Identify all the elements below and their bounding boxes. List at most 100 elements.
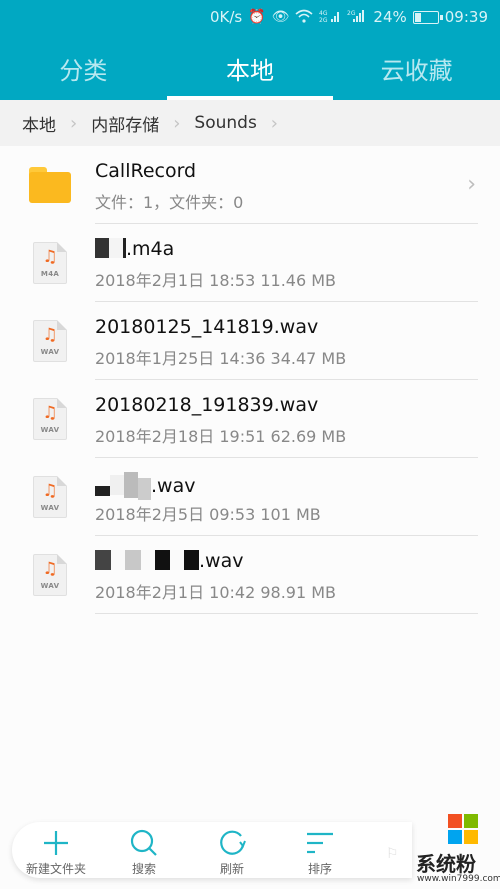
file-ext-label: WAV — [40, 504, 60, 512]
item-name: .wav — [95, 472, 195, 500]
svg-text:2G: 2G — [347, 10, 356, 17]
redacted-text — [170, 550, 184, 570]
redacted-text — [138, 478, 151, 500]
tab-bar: 分类 本地 云收藏 — [0, 36, 500, 100]
battery-fill — [414, 12, 421, 22]
redacted-text — [141, 550, 155, 570]
clock: 09:39 — [444, 8, 488, 26]
header: 0K/s ⏰ 👁 4G 2G 2G 24% 09:39 分类 本地 云收藏 — [0, 0, 500, 100]
music-note-icon: ♫ — [42, 481, 58, 501]
list-item-file[interactable]: ♫ WAV .wav 2018年2月5日 09:53 101 MB — [0, 458, 500, 536]
item-name-visible: .m4a — [126, 238, 175, 260]
list-item-file[interactable]: ♫ WAV 20180218_191839.wav 2018年2月18日 19:5… — [0, 380, 500, 458]
audio-file-icon: ♫ WAV — [33, 320, 67, 362]
redacted-text — [95, 238, 109, 258]
item-name-visible: .wav — [199, 550, 244, 572]
new-folder-button[interactable]: 新建文件夹 — [12, 822, 100, 878]
redacted-text — [125, 550, 141, 570]
new-folder-label: 新建文件夹 — [25, 862, 86, 876]
chevron-right-icon: › — [467, 172, 476, 197]
list-item-file[interactable]: ♫ WAV .wav 2018年2月1日 10:42 98.91 MB — [0, 536, 500, 614]
item-meta: 2018年2月1日 18:53 11.46 MB — [95, 271, 337, 290]
music-note-icon: ♫ — [42, 559, 58, 579]
alarm-icon: ⏰ — [248, 9, 266, 25]
list-item-file[interactable]: ♫ M4A .m4a 2018年2月1日 18:53 11.46 MB — [0, 224, 500, 302]
signal-sim1-icon: 4G 2G — [319, 9, 341, 25]
flag-icon: ⚐ — [386, 846, 399, 862]
file-ext-label: M4A — [40, 270, 60, 278]
redacted-text — [124, 472, 138, 498]
plus-icon — [44, 831, 68, 855]
divider — [95, 613, 478, 614]
svg-text:2G: 2G — [319, 17, 328, 23]
list-item-folder[interactable]: CallRecord 文件：1，文件夹：0 › — [0, 146, 500, 224]
battery-icon — [412, 10, 443, 24]
item-meta: 2018年1月25日 14:36 34.47 MB — [95, 349, 347, 368]
audio-file-icon: ♫ M4A — [33, 242, 67, 284]
item-name: CallRecord — [95, 160, 197, 182]
item-name: .wav — [95, 550, 243, 572]
search-label: 搜索 — [131, 862, 156, 876]
search-icon — [130, 829, 157, 856]
tab-cloud-favorites[interactable]: 云收藏 — [333, 36, 500, 100]
sort-label: 排序 — [307, 862, 332, 876]
file-list: CallRecord 文件：1，文件夹：0 › ♫ M4A .m4a 2018年2… — [0, 146, 500, 614]
tab-category[interactable]: 分类 — [0, 36, 167, 100]
item-meta: 2018年2月1日 10:42 98.91 MB — [95, 583, 337, 602]
breadcrumb-local[interactable]: 本地 — [22, 111, 56, 136]
audio-file-icon: ♫ WAV — [33, 554, 67, 596]
file-icon-wrap: ♫ WAV — [28, 458, 72, 536]
signal-sim2-icon: 2G — [347, 9, 367, 25]
windows-logo-icon — [448, 814, 478, 844]
redacted-text — [109, 238, 123, 258]
file-ext-label: WAV — [40, 582, 60, 590]
sort-icon — [307, 832, 333, 854]
music-note-icon: ♫ — [42, 247, 58, 267]
watermark: 系统粉 www.win7999.com — [416, 812, 500, 889]
redacted-text — [155, 550, 170, 570]
item-name: 20180218_191839.wav — [95, 394, 319, 416]
redacted-text — [95, 550, 111, 570]
item-meta: 文件：1，文件夹：0 — [95, 193, 244, 212]
watermark-text: 系统粉 — [416, 852, 476, 876]
refresh-label: 刷新 — [219, 862, 244, 876]
audio-file-icon: ♫ WAV — [33, 476, 67, 518]
file-manager-app: 0K/s ⏰ 👁 4G 2G 2G 24% 09:39 分类 本地 云收藏 本地… — [0, 0, 500, 889]
redacted-text — [95, 486, 110, 496]
breadcrumb-internal-storage[interactable]: 内部存储 — [91, 111, 159, 136]
folder-icon — [29, 167, 71, 203]
file-icon-wrap: ♫ WAV — [28, 380, 72, 458]
folder-icon-wrap — [28, 146, 72, 224]
audio-file-icon: ♫ WAV — [33, 398, 67, 440]
svg-text:4G: 4G — [319, 10, 328, 17]
breadcrumb-sounds[interactable]: Sounds — [194, 113, 256, 133]
file-ext-label: WAV — [40, 348, 60, 356]
item-meta: 2018年2月18日 19:51 62.69 MB — [95, 427, 347, 446]
redacted-text — [111, 550, 125, 570]
status-bar: 0K/s ⏰ 👁 4G 2G 2G 24% 09:39 — [0, 0, 500, 36]
search-button[interactable]: 搜索 — [100, 822, 188, 878]
file-ext-label: WAV — [40, 426, 60, 434]
redacted-text — [110, 475, 124, 495]
bottom-toolbar: 新建文件夹 搜索 刷新 排序 — [12, 822, 412, 878]
sort-button[interactable]: 排序 — [276, 822, 364, 878]
item-name: 20180125_141819.wav — [95, 316, 319, 338]
wifi-icon — [295, 9, 313, 25]
item-meta: 2018年2月5日 09:53 101 MB — [95, 505, 321, 524]
music-note-icon: ♫ — [42, 325, 58, 345]
chevron-right-icon: › — [70, 112, 78, 134]
music-note-icon: ♫ — [42, 403, 58, 423]
file-icon-wrap: ♫ M4A — [28, 224, 72, 302]
watermark-url: www.win7999.com — [417, 874, 500, 884]
battery-percent: 24% — [373, 8, 407, 26]
refresh-button[interactable]: 刷新 — [188, 822, 276, 878]
tab-local[interactable]: 本地 — [166, 36, 334, 100]
file-icon-wrap: ♫ WAV — [28, 302, 72, 380]
list-item-file[interactable]: ♫ WAV 20180125_141819.wav 2018年1月25日 14:3… — [0, 302, 500, 380]
net-speed: 0K/s — [209, 8, 243, 26]
battery-tip — [439, 14, 443, 20]
refresh-icon — [220, 830, 246, 855]
breadcrumb: 本地 › 内部存储 › Sounds › — [0, 100, 500, 146]
file-icon-wrap: ♫ WAV — [28, 536, 72, 614]
eye-comfort-icon: 👁 — [271, 9, 290, 25]
